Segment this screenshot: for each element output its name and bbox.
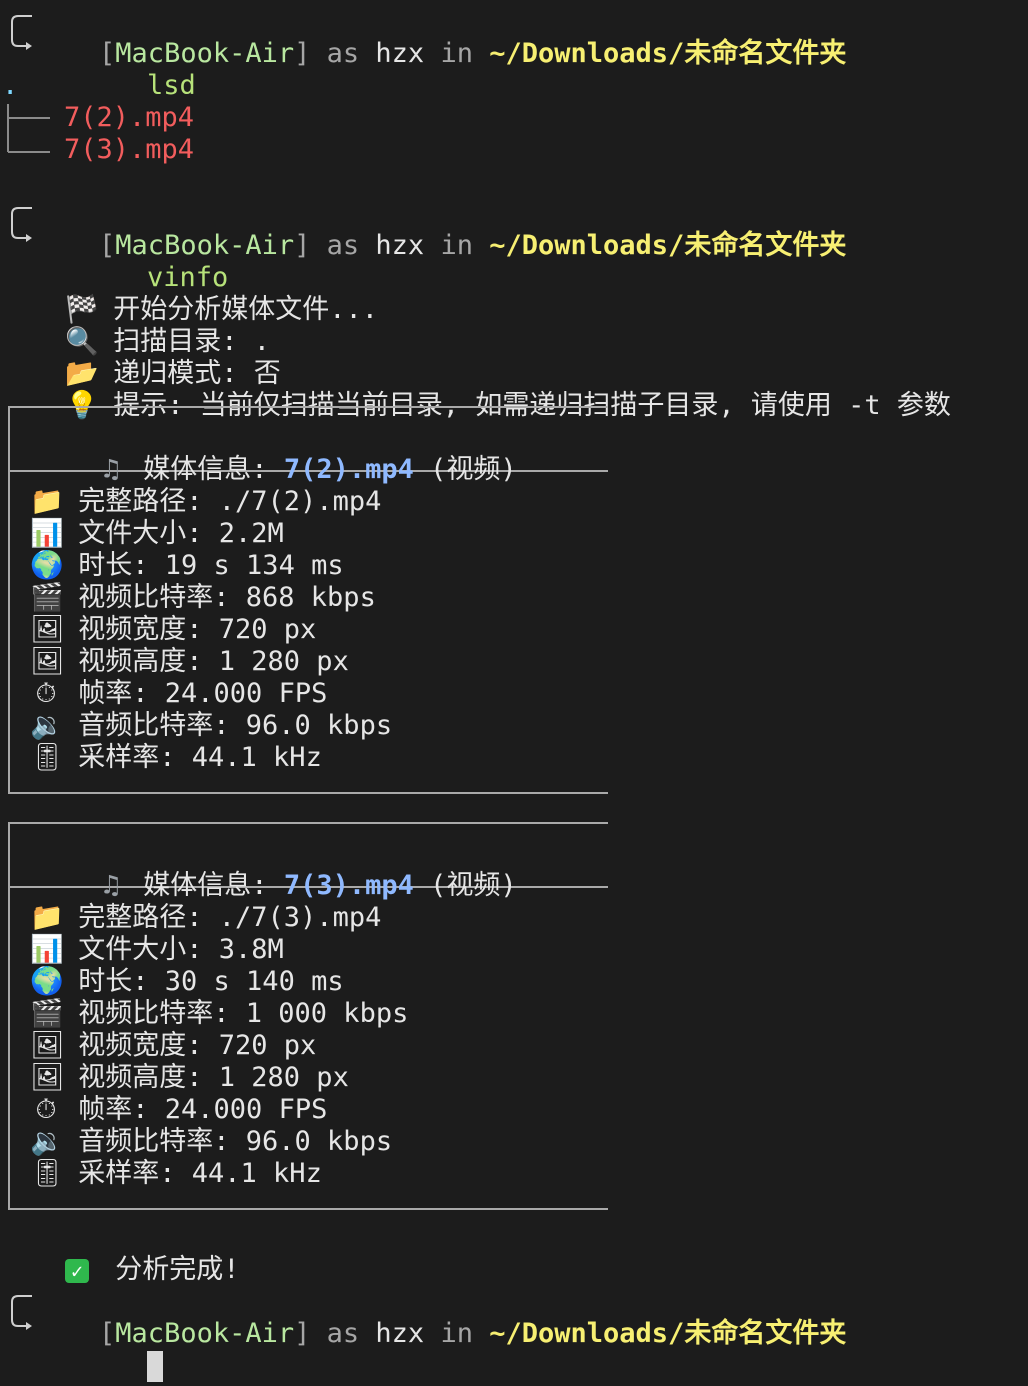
globe-icon: 🌍 [30, 966, 64, 997]
prompt-user: hzx [375, 38, 425, 69]
picture-icon: 🖼 [30, 646, 65, 677]
prompt-as: as [326, 230, 360, 261]
prompt-in: in [440, 230, 473, 261]
info-row: 🎚 采样率: 44.1 kHz [30, 742, 322, 773]
status-line: 📂 递归模式: 否 [65, 358, 281, 389]
check-mark-icon: ✓ [65, 1258, 90, 1283]
picture-icon: 🖼 [30, 1030, 65, 1061]
info-row: 🔉 音频比特率: 96.0 kbps [30, 1126, 393, 1157]
info-row: 🖼 视频高度: 1 280 px [30, 1062, 349, 1093]
file-entry[interactable]: 7(3).mp4 [64, 134, 194, 166]
info-row: 🖼 视频高度: 1 280 px [30, 646, 349, 677]
tree-branch-icon [6, 104, 52, 163]
command-text: vinfo [147, 262, 229, 293]
info-row: 📊 文件大小: 2.2M [30, 518, 284, 549]
command-input[interactable] [82, 1318, 164, 1382]
prompt-in: in [440, 38, 473, 69]
clapper-icon: 🎬 [30, 582, 64, 613]
prompt-as: as [326, 1318, 360, 1349]
folder-icon: 📁 [30, 902, 64, 933]
info-row: 🌍 时长: 30 s 140 ms [30, 966, 344, 997]
prompt-cwd: ~/Downloads/未命名文件夹 [489, 38, 847, 69]
speaker-icon: 🔉 [30, 710, 64, 741]
speaker-icon: 🔉 [30, 1126, 64, 1157]
info-row: 📊 文件大小: 3.8M [30, 934, 284, 965]
prompt-cwd: ~/Downloads/未命名文件夹 [489, 230, 847, 261]
prompt-line: [MacBook-Air] as hzx in ~/Downloads/未命名文… [99, 1318, 847, 1349]
prompt-as: as [326, 38, 360, 69]
prompt-user: hzx [375, 230, 425, 261]
info-row: 🔉 音频比特率: 96.0 kbps [30, 710, 393, 741]
picture-icon: 🖼 [30, 1062, 65, 1093]
bar-chart-icon: 📊 [30, 934, 64, 965]
music-note-icon: ♫ [102, 870, 120, 901]
music-note-icon: ♫ [102, 454, 120, 485]
prompt-in: in [440, 1318, 473, 1349]
info-row: 🎚 采样率: 44.1 kHz [30, 1158, 322, 1189]
slider-icon: 🎚 [30, 1158, 65, 1189]
command-text: lsd [147, 70, 196, 101]
status-line: 🔍 扫描目录: . [65, 326, 271, 357]
text-cursor [147, 1351, 164, 1382]
folder-icon: 📁 [30, 486, 64, 517]
globe-icon: 🌍 [30, 550, 64, 581]
prompt-line: [MacBook-Air] as hzx in ~/Downloads/未命名文… [99, 38, 847, 69]
media-title: ♫ 媒体信息: 7(3).mp4 (视频) [30, 838, 517, 901]
info-row: ⏱ 帧率: 24.000 FPS [30, 1094, 327, 1126]
stopwatch-icon: ⏱ [35, 1094, 57, 1125]
media-file-name: 7(3).mp4 [283, 870, 414, 901]
prompt-cwd: ~/Downloads/未命名文件夹 [489, 1318, 847, 1349]
info-row: 🌍 时长: 19 s 134 ms [30, 550, 344, 581]
media-title: ♫ 媒体信息: 7(2).mp4 (视频) [30, 422, 517, 485]
media-file-name: 7(2).mp4 [283, 454, 414, 485]
prompt-corner-icon [4, 8, 32, 50]
info-row: 🎬 视频比特率: 868 kbps [30, 582, 376, 613]
done-line: ✓ 分析完成! [0, 1222, 240, 1285]
bar-chart-icon: 📊 [30, 518, 64, 549]
prompt-corner-icon [4, 1288, 32, 1330]
picture-icon: 🖼 [30, 614, 65, 645]
clapper-icon: 🎬 [30, 998, 64, 1029]
info-row: 📁 完整路径: ./7(2).mp4 [30, 486, 382, 517]
info-row: ⏱ 帧率: 24.000 FPS [30, 678, 327, 710]
file-entry[interactable]: 7(2).mp4 [64, 102, 194, 134]
slider-icon: 🎚 [30, 742, 65, 773]
prompt-corner-icon [4, 200, 32, 242]
terminal-window[interactable]: [MacBook-Air] as hzx in ~/Downloads/未命名文… [0, 0, 1028, 1386]
prompt-line: [MacBook-Air] as hzx in ~/Downloads/未命名文… [99, 230, 847, 261]
info-row: 📁 完整路径: ./7(3).mp4 [30, 902, 382, 933]
status-line: 🏁 开始分析媒体文件... [65, 294, 379, 325]
info-row: 🖼 视频宽度: 720 px [30, 1030, 317, 1061]
info-row: 🎬 视频比特率: 1 000 kbps [30, 998, 409, 1029]
hint-line: 💡 提示: 当前仅扫描当前目录, 如需递归扫描子目录, 请使用 -t 参数 [65, 390, 951, 421]
stopwatch-icon: ⏱ [35, 678, 57, 709]
prompt-user: hzx [375, 1318, 425, 1349]
tree-root: . [2, 70, 19, 101]
info-row: 🖼 视频宽度: 720 px [30, 614, 317, 645]
